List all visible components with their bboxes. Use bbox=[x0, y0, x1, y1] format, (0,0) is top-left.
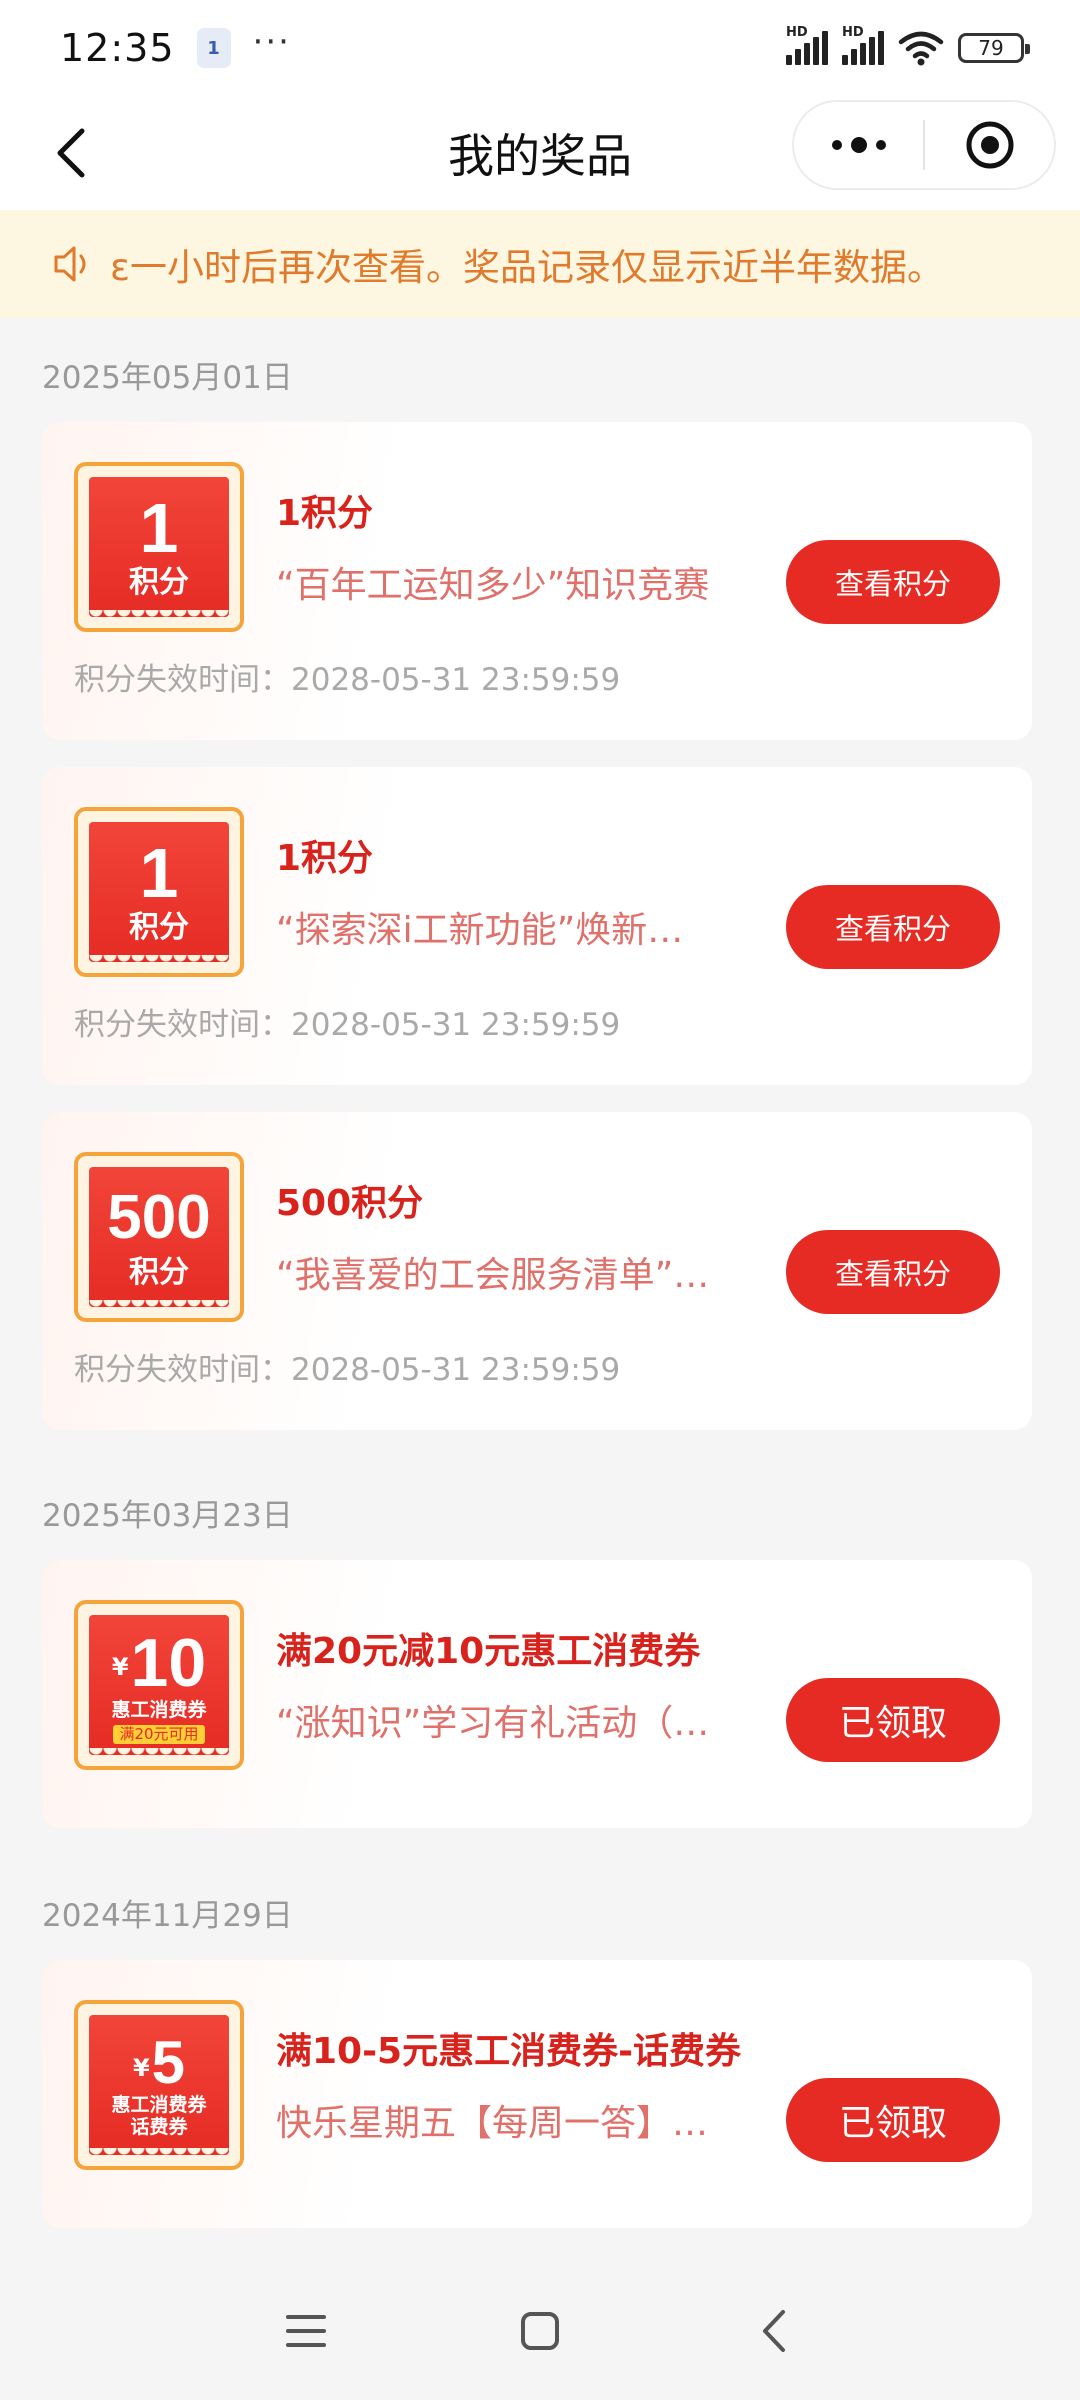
target-icon bbox=[966, 121, 1013, 169]
home-square-icon bbox=[521, 2312, 559, 2350]
prize-card: ¥ 10 惠工消费券 满20元可用 满20元减10元惠工消费券 “涨知识”学习有… bbox=[42, 1560, 1032, 1828]
status-left: 12:35 1 ··· bbox=[60, 22, 291, 70]
status-bar: 12:35 1 ··· HD HD 79 bbox=[0, 0, 1080, 96]
currency-symbol: ¥ bbox=[132, 2054, 150, 2082]
coupon-value: 1 bbox=[139, 489, 179, 567]
date-label: 2025年05月01日 bbox=[42, 360, 293, 396]
battery-icon: 79 bbox=[958, 33, 1030, 63]
close-mini-program-button[interactable] bbox=[925, 102, 1054, 188]
home-button[interactable] bbox=[505, 2296, 575, 2366]
view-points-button[interactable]: 查看积分 bbox=[786, 540, 1000, 624]
prize-description: “涨知识”学习有礼活动（… bbox=[276, 1703, 710, 1744]
coupon-value: 500 bbox=[107, 1183, 211, 1252]
prize-card: 500 积分 500积分 “我喜爱的工会服务清单”… 积分失效时间：2028-0… bbox=[42, 1112, 1032, 1430]
coupon-value: 10 bbox=[130, 1624, 207, 1701]
view-points-button[interactable]: 查看积分 bbox=[786, 1230, 1000, 1314]
prize-title: 1积分 bbox=[276, 493, 374, 534]
coupon-value: 5 bbox=[151, 2029, 186, 2096]
notice-text: ɛ一小时后再次查看。奖品记录仅显示近半年数据。 bbox=[110, 246, 944, 289]
notification-app-icon: 1 bbox=[196, 28, 231, 68]
coupon-badge: 1 积分 bbox=[74, 807, 244, 977]
chevron-left-icon bbox=[57, 128, 85, 178]
prize-description: “我喜爱的工会服务清单”… bbox=[276, 1255, 710, 1296]
coupon-unit: 积分 bbox=[129, 565, 189, 600]
system-navigation-bar bbox=[0, 2266, 1080, 2400]
hd-label-2: HD bbox=[842, 25, 864, 40]
prize-card: 1 积分 1积分 “百年工运知多少”知识竞赛 积分失效时间：2028-05-31… bbox=[42, 422, 1032, 740]
coupon-unit: 积分 bbox=[129, 1255, 189, 1290]
coupon-badge: 500 积分 bbox=[74, 1152, 244, 1322]
prize-title: 500积分 bbox=[276, 1183, 424, 1224]
expire-time: 积分失效时间：2028-05-31 23:59:59 bbox=[74, 1007, 621, 1043]
claimed-button[interactable]: 已领取 bbox=[786, 1678, 1000, 1762]
coupon-badge: ¥ 5 惠工消费券 话费券 bbox=[74, 2000, 244, 2170]
coupon-unit: 积分 bbox=[129, 910, 189, 945]
notification-more-icon: ··· bbox=[252, 22, 291, 62]
prize-description: “探索深i工新功能”焕新… bbox=[276, 910, 684, 951]
back-button[interactable] bbox=[36, 118, 106, 188]
coupon-subtitle: 惠工消费券 bbox=[111, 1698, 207, 1721]
prize-title: 满10-5元惠工消费券-话费券 bbox=[276, 2031, 742, 2072]
prize-description: “百年工运知多少”知识竞赛 bbox=[276, 565, 710, 606]
signal-strength-icon: HD bbox=[786, 25, 828, 65]
coupon-badge: 1 积分 bbox=[74, 462, 244, 632]
prize-description: 快乐星期五【每周一答】… bbox=[276, 2103, 709, 2144]
view-points-button[interactable]: 查看积分 bbox=[786, 885, 1000, 969]
speaker-icon bbox=[54, 246, 86, 282]
wifi-icon bbox=[898, 31, 944, 66]
notice-bar: ɛ一小时后再次查看。奖品记录仅显示近半年数据。 bbox=[0, 210, 1080, 318]
status-time: 12:35 bbox=[60, 26, 175, 70]
back-arrow-icon bbox=[763, 2310, 785, 2352]
currency-symbol: ¥ bbox=[111, 1652, 129, 1681]
date-label: 2025年03月23日 bbox=[42, 1498, 293, 1534]
menu-icon bbox=[286, 2315, 326, 2347]
status-right: HD HD 79 bbox=[786, 25, 1030, 66]
system-back-button[interactable] bbox=[739, 2296, 809, 2366]
expire-time: 积分失效时间：2028-05-31 23:59:59 bbox=[74, 1352, 621, 1388]
more-button[interactable] bbox=[794, 102, 923, 188]
prize-title: 满20元减10元惠工消费券 bbox=[276, 1631, 701, 1672]
menu-button[interactable] bbox=[271, 2296, 341, 2366]
coupon-value: 1 bbox=[139, 834, 179, 912]
prize-title: 1积分 bbox=[276, 838, 374, 879]
claimed-button[interactable]: 已领取 bbox=[786, 2078, 1000, 2162]
prize-card: ¥ 5 惠工消费券 话费券 满10-5元惠工消费券-话费券 快乐星期五【每周一答… bbox=[42, 1960, 1032, 2228]
coupon-subtitle-2: 话费券 bbox=[130, 2116, 188, 2138]
mini-program-capsule bbox=[792, 100, 1056, 190]
coupon-condition-tag: 满20元可用 bbox=[113, 1724, 205, 1744]
hd-label: HD bbox=[786, 25, 808, 40]
signal-strength-2-icon: HD bbox=[842, 25, 884, 65]
expire-time: 积分失效时间：2028-05-31 23:59:59 bbox=[74, 662, 621, 698]
date-label: 2024年11月29日 bbox=[42, 1898, 293, 1934]
prize-card: 1 积分 1积分 “探索深i工新功能”焕新… 积分失效时间：2028-05-31… bbox=[42, 767, 1032, 1085]
coupon-subtitle: 惠工消费券 bbox=[111, 2094, 207, 2116]
coupon-badge: ¥ 10 惠工消费券 满20元可用 bbox=[74, 1600, 244, 1770]
nav-bar: 我的奖品 bbox=[0, 96, 1080, 210]
more-dots-icon bbox=[831, 137, 886, 153]
